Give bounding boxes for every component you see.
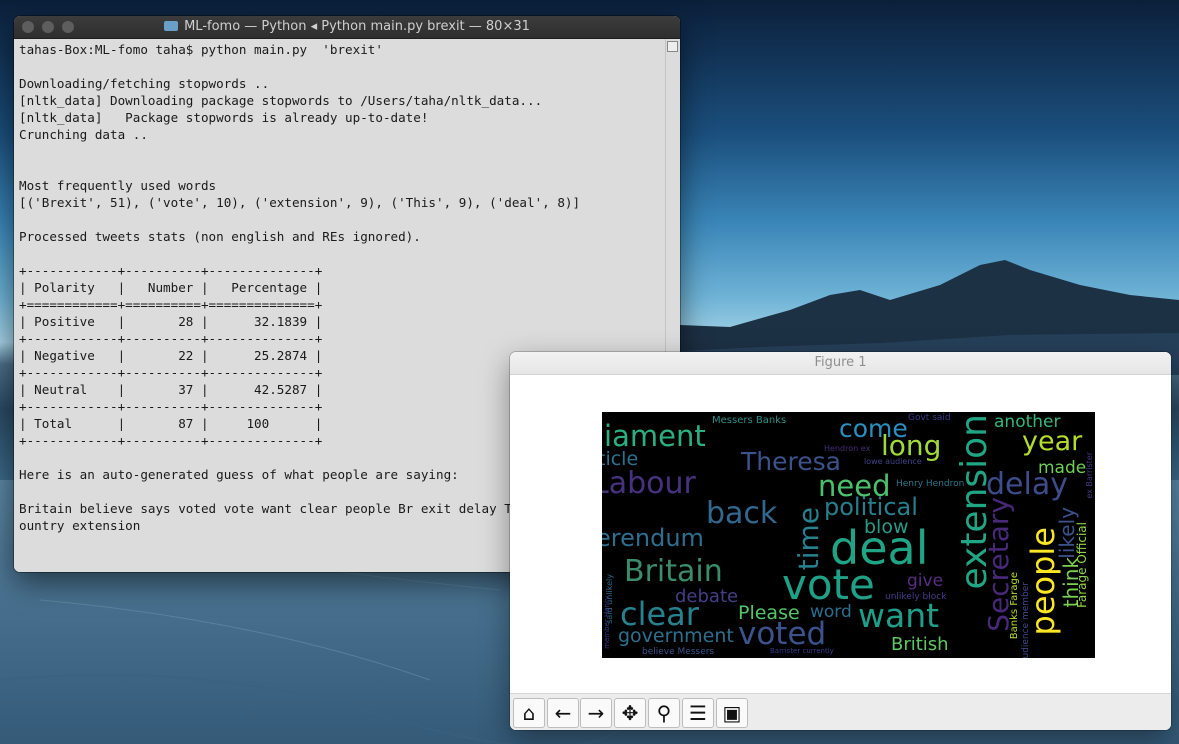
terminal-line: [('Brexit', 51), ('vote', 10), ('extensi…: [19, 195, 581, 210]
word-cloud-word: want: [858, 596, 940, 635]
terminal-line: Downloading/fetching stopwords ..: [19, 76, 270, 91]
terminal-line: | Positive | 28 | 32.1839 |: [19, 314, 323, 329]
configure-icon: ☰: [689, 701, 707, 725]
terminal-line: Crunching data ..: [19, 127, 148, 142]
terminal-line: Processed tweets stats (non english and …: [19, 229, 421, 244]
pan-button[interactable]: ✥: [614, 698, 646, 728]
zoom-button[interactable]: ⚲: [648, 698, 680, 728]
word-cloud-word: government: [618, 625, 734, 647]
back-icon: ←: [554, 701, 572, 725]
word-cloud-word: British: [891, 634, 949, 655]
terminal-title-text: ML-fomo — Python ◂ Python main.py brexit…: [184, 19, 530, 34]
word-cloud-word: Banks Farage: [1009, 572, 1020, 640]
word-cloud-word: voted: [738, 616, 827, 652]
figure-window: Figure 1 Messers Banks Govt said another li…: [510, 352, 1171, 730]
word-cloud-word: Govt said: [908, 413, 951, 423]
terminal-line: +------------+----------+--------------+: [19, 263, 323, 278]
forward-button[interactable]: →: [580, 698, 612, 728]
word-cloud-word: Britain: [624, 554, 723, 589]
word-cloud-word: year: [1022, 426, 1083, 457]
word-cloud-word: Hendron ex: [824, 444, 871, 453]
figure-toolbar: ⌂ ← → ✥ ⚲ ☰ ▣: [510, 693, 1171, 730]
word-cloud: Messers Banks Govt said another liament come…: [602, 412, 1095, 658]
word-cloud-word: Messers Banks: [712, 415, 787, 426]
forward-icon: →: [587, 701, 605, 725]
word-cloud-word: believe Messers: [642, 647, 715, 657]
word-cloud-word: Labour: [602, 466, 696, 501]
home-button[interactable]: ⌂: [513, 698, 545, 728]
word-cloud-word: audience member: [1021, 582, 1031, 658]
word-cloud-word: member Henry: [603, 596, 611, 649]
terminal-line: Most frequently used words: [19, 178, 217, 193]
pan-icon: ✥: [621, 701, 639, 725]
terminal-line: | Polarity | Number | Percentage |: [19, 280, 323, 295]
configure-button[interactable]: ☰: [682, 698, 714, 728]
word-cloud-word: lowe audience: [864, 457, 922, 466]
save-icon: ▣: [722, 701, 742, 725]
word-cloud-word: back: [706, 496, 778, 531]
home-icon: ⌂: [522, 701, 536, 725]
folder-icon: [164, 21, 179, 31]
word-cloud-word: give: [907, 571, 944, 591]
word-cloud-word: delay: [986, 467, 1068, 502]
terminal-titlebar[interactable]: ML-fomo — Python ◂ Python main.py brexit…: [14, 16, 680, 39]
word-cloud-word: liament: [602, 419, 706, 453]
terminal-line: +============+==========+==============+: [19, 297, 323, 312]
word-cloud-word: erendum: [602, 524, 704, 552]
word-cloud-word: likely: [1055, 507, 1079, 559]
terminal-line: [nltk_data] Package stopwords is already…: [19, 110, 429, 125]
terminal-title: ML-fomo — Python ◂ Python main.py brexit…: [14, 19, 680, 34]
terminal-line: tahas-Box:ML-fomo taha$ python main.py '…: [19, 42, 383, 57]
save-button[interactable]: ▣: [716, 698, 748, 728]
word-cloud-word: long: [881, 429, 942, 462]
word-cloud-word: ex Barrister: [1085, 452, 1094, 499]
zoom-icon: ⚲: [656, 701, 672, 725]
word-cloud-word: Barrister currently: [770, 647, 834, 655]
word-cloud-word: Farage Official: [1075, 522, 1089, 608]
figure-titlebar[interactable]: Figure 1: [510, 352, 1171, 375]
split-pane-icon[interactable]: [667, 41, 678, 52]
terminal-line: +------------+----------+--------------+: [19, 331, 323, 346]
back-button[interactable]: ←: [547, 698, 579, 728]
terminal-line: [nltk_data] Downloading package stopword…: [19, 93, 543, 108]
word-cloud-word: Henry Hendron: [896, 479, 965, 489]
